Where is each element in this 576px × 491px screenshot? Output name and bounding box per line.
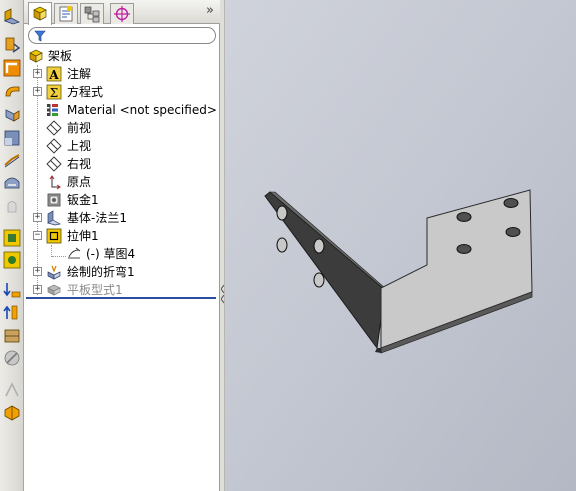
crosshair-icon xyxy=(114,6,130,22)
part-icon xyxy=(28,48,44,64)
svg-text:Σ: Σ xyxy=(50,86,58,100)
annotations-icon: A xyxy=(46,66,62,82)
feature-manager-tabs: » xyxy=(24,0,220,25)
extrude-icon xyxy=(46,228,62,244)
insert-bends-icon[interactable] xyxy=(2,402,22,422)
flat-pattern-icon xyxy=(46,282,62,298)
plate-hole xyxy=(503,198,519,208)
tree-item-sketched-bend[interactable]: + 绘制的折弯1 xyxy=(24,263,220,281)
tree-item-label: 原点 xyxy=(67,175,92,189)
flange-hole xyxy=(276,205,288,221)
rollback-bar[interactable] xyxy=(26,297,216,299)
tree-item-label: 钣金1 xyxy=(67,193,99,207)
collapse-toggle[interactable]: − xyxy=(33,231,42,240)
tree-item-label: 平板型式1 xyxy=(67,283,123,297)
expand-toggle[interactable]: + xyxy=(33,87,42,96)
tree-item-label: 前视 xyxy=(67,121,92,135)
graphics-viewport[interactable] xyxy=(225,0,576,491)
feature-manager-panel: » 架板 + A 注解 + Σ 方程式 Material <not specif… xyxy=(24,0,220,491)
tree-item-equations[interactable]: + Σ 方程式 xyxy=(24,83,220,101)
sheet-metal-part-model[interactable] xyxy=(225,0,576,491)
tree-item-origin[interactable]: 原点 xyxy=(24,173,220,191)
featuremanager-tab[interactable] xyxy=(28,2,52,25)
tree-item-base-flange[interactable]: + 基体-法兰1 xyxy=(24,209,220,227)
tree-item-label: 绘制的折弯1 xyxy=(67,265,135,279)
extrude-cut-icon[interactable] xyxy=(2,228,22,248)
flange-hole xyxy=(276,237,288,253)
propertymanager-tab[interactable] xyxy=(54,3,78,24)
sketch-icon xyxy=(66,246,82,262)
collapse-panel-button[interactable]: » xyxy=(206,3,214,18)
tree-filter-input[interactable] xyxy=(28,27,216,44)
edge-flange-icon[interactable] xyxy=(2,58,22,78)
plane-icon xyxy=(46,156,62,172)
rip-icon xyxy=(2,380,22,400)
plate-hole xyxy=(505,227,521,237)
tree-item-sketch[interactable]: (-) 草图4 xyxy=(24,245,220,263)
tree-item-material[interactable]: Material <not specified> xyxy=(24,101,220,119)
tree-item-label: 方程式 xyxy=(67,85,104,99)
fold-icon[interactable] xyxy=(2,302,22,322)
configuration-icon xyxy=(84,6,100,23)
tree-item-extrude[interactable]: − 拉伸1 xyxy=(24,227,220,245)
jog-icon[interactable] xyxy=(2,128,22,148)
flatten-icon[interactable] xyxy=(2,326,22,346)
tree-item-right-plane[interactable]: 右视 xyxy=(24,155,220,173)
lofted-bend-icon xyxy=(2,196,22,216)
convert-to-sheetmetal-icon[interactable] xyxy=(2,34,22,54)
sheet-metal-toolbar xyxy=(0,0,24,491)
simple-hole-icon[interactable] xyxy=(2,250,22,270)
tree-item-label: 拉伸1 xyxy=(67,229,99,243)
tree-item-label: 注解 xyxy=(67,67,92,81)
plate-hole xyxy=(456,244,472,254)
dimxpert-tab[interactable] xyxy=(110,3,134,24)
tree-root-item[interactable]: 架板 xyxy=(24,47,220,65)
no-bends-icon[interactable] xyxy=(2,348,22,368)
expand-toggle[interactable]: + xyxy=(33,267,42,276)
plane-icon xyxy=(46,120,62,136)
tree-item-label: 上视 xyxy=(67,139,92,153)
unfold-icon[interactable] xyxy=(2,280,22,300)
expand-toggle[interactable]: + xyxy=(33,213,42,222)
hem-icon[interactable] xyxy=(2,104,22,124)
sketched-bend-icon[interactable] xyxy=(2,150,22,170)
plate-hole xyxy=(456,212,472,222)
plane-icon xyxy=(46,138,62,154)
cross-break-icon[interactable] xyxy=(2,172,22,192)
miter-flange-icon[interactable] xyxy=(2,82,22,102)
expand-toggle[interactable]: + xyxy=(33,285,42,294)
sheet-metal-icon xyxy=(46,192,62,208)
tree-item-front-plane[interactable]: 前视 xyxy=(24,119,220,137)
filter-icon xyxy=(34,30,46,42)
tree-item-label: 右视 xyxy=(67,157,92,171)
property-icon xyxy=(59,6,73,22)
flange-hole xyxy=(313,272,325,288)
tree-item-top-plane[interactable]: 上视 xyxy=(24,137,220,155)
origin-icon xyxy=(46,174,62,190)
tree-item-sheet-metal[interactable]: 钣金1 xyxy=(24,191,220,209)
tree-item-annotations[interactable]: + A 注解 xyxy=(24,65,220,83)
splitter-grip-icon[interactable] xyxy=(221,283,224,305)
base-flange-icon xyxy=(46,210,62,226)
bend-corner xyxy=(375,348,381,353)
material-icon xyxy=(44,102,60,118)
expand-toggle[interactable]: + xyxy=(33,69,42,78)
flange-hole xyxy=(313,238,325,254)
tree-item-label: 基体-法兰1 xyxy=(67,211,127,225)
svg-text:A: A xyxy=(48,68,59,82)
sketched-bend-icon xyxy=(46,264,62,280)
equations-icon: Σ xyxy=(46,84,62,100)
base-flange-icon[interactable] xyxy=(2,6,22,26)
feature-tree-icon xyxy=(33,6,47,21)
configurationmanager-tab[interactable] xyxy=(80,3,104,24)
tree-item-label: (-) 草图4 xyxy=(86,247,136,261)
tree-root-label: 架板 xyxy=(48,49,73,63)
tree-item-label: Material <not specified> xyxy=(67,103,217,117)
